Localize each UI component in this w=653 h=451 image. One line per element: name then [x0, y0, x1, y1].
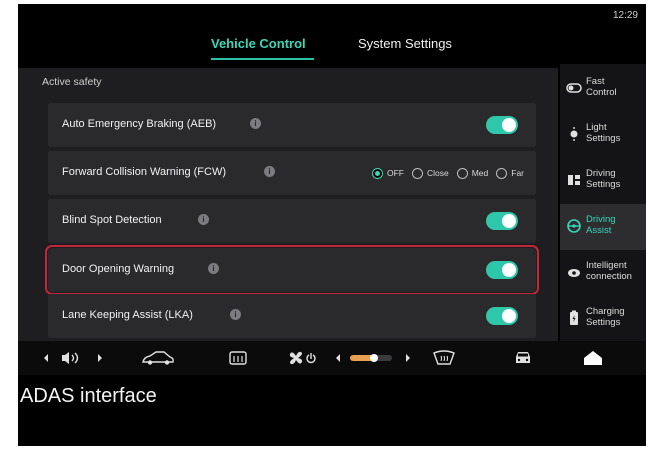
fan-icon[interactable]: [288, 350, 318, 366]
bsd-row: Blind Spot Detection i: [48, 199, 536, 243]
fcw-radio-group: OFF Close Med Far: [371, 166, 524, 180]
top-tabs: Vehicle Control System Settings: [18, 34, 558, 64]
settings-panel: Active safety Auto Emergency Braking (AE…: [18, 68, 558, 341]
lka-label: Lane Keeping Assist (LKA): [62, 309, 193, 321]
fcw-option-far[interactable]: Far: [496, 167, 524, 179]
volume-control-icon[interactable]: [42, 350, 104, 366]
sidebar-item-label: Fast Control: [586, 76, 617, 98]
aeb-toggle[interactable]: [486, 116, 518, 134]
tab-system-settings[interactable]: System Settings: [358, 36, 452, 51]
info-icon[interactable]: i: [264, 166, 275, 177]
toggle-knob: [502, 214, 516, 228]
sidebar-item-driving-settings[interactable]: Driving Settings: [560, 158, 646, 204]
right-sidebar: Fast Control Light Settings Driving Sett…: [560, 64, 646, 341]
info-icon[interactable]: i: [230, 309, 241, 320]
tab-vehicle-control[interactable]: Vehicle Control: [211, 36, 306, 51]
fcw-row: Forward Collision Warning (FCW) i OFF Cl…: [48, 151, 536, 195]
front-defrost-icon[interactable]: [432, 350, 456, 366]
sidebar-item-light-settings[interactable]: Light Settings: [560, 112, 646, 158]
sidebar-item-label: Intelligent connection: [586, 260, 632, 282]
sidebar-item-fast-control[interactable]: Fast Control: [560, 66, 646, 112]
toggle-knob: [502, 118, 516, 132]
radio-dot: [456, 167, 468, 179]
info-icon[interactable]: i: [208, 263, 219, 274]
fcw-option-label: Close: [426, 168, 449, 178]
dow-row: Door Opening Warning i: [45, 245, 539, 295]
aeb-row: Auto Emergency Braking (AEB) i: [48, 103, 536, 147]
bsd-label: Blind Spot Detection: [62, 214, 162, 226]
connection-icon: [568, 269, 580, 277]
bsd-toggle[interactable]: [486, 212, 518, 230]
caption: ADAS interface: [20, 385, 157, 407]
infotainment-screen: 12:29 Vehicle Control System Settings Ac…: [18, 4, 646, 446]
fcw-option-med[interactable]: Med: [456, 167, 489, 179]
fcw-label: Forward Collision Warning (FCW): [62, 166, 227, 178]
light-icon: [570, 127, 578, 141]
sidebar-item-label: Charging Settings: [586, 306, 625, 328]
aeb-label: Auto Emergency Braking (AEB): [62, 118, 217, 130]
sidebar-item-label: Driving Assist: [586, 214, 616, 236]
dow-label: Door Opening Warning: [62, 263, 175, 275]
fcw-option-close[interactable]: Close: [411, 167, 449, 179]
radio-dot: [371, 167, 383, 179]
fast-control-icon: [566, 83, 582, 93]
rear-defrost-icon[interactable]: [228, 350, 248, 366]
section-title: Active safety: [42, 76, 102, 88]
sidebar-item-charging-settings[interactable]: Charging Settings: [560, 296, 646, 342]
driving-settings-icon: [568, 175, 580, 185]
fcw-option-label: OFF: [386, 168, 404, 178]
dow-toggle[interactable]: [486, 261, 518, 279]
fcw-option-label: Med: [471, 168, 489, 178]
sidebar-item-label: Driving Settings: [586, 168, 621, 190]
charging-icon: [570, 310, 578, 325]
info-icon[interactable]: i: [250, 118, 261, 129]
fan-speed-slider[interactable]: [334, 350, 414, 366]
status-clock: 12:29: [612, 10, 638, 21]
radio-dot: [496, 167, 508, 179]
home-icon[interactable]: [582, 350, 604, 366]
sidebar-item-driving-assist[interactable]: Driving Assist: [560, 204, 646, 250]
toggle-knob: [502, 263, 516, 277]
steering-wheel-icon: [567, 219, 581, 233]
fcw-option-label: Far: [511, 168, 524, 178]
bottom-control-bar: [18, 341, 646, 375]
car-icon[interactable]: [140, 350, 176, 366]
fcw-option-off[interactable]: OFF: [371, 167, 404, 179]
sidebar-item-label: Light Settings: [586, 122, 621, 144]
toggle-knob: [502, 309, 516, 323]
radio-dot: [411, 167, 423, 179]
lka-toggle[interactable]: [486, 307, 518, 325]
car-front-icon[interactable]: [512, 350, 534, 366]
sidebar-item-intelligent-connection[interactable]: Intelligent connection: [560, 250, 646, 296]
info-icon[interactable]: i: [198, 214, 209, 225]
lka-row: Lane Keeping Assist (LKA) i: [48, 294, 536, 338]
active-tab-indicator: [211, 58, 314, 60]
